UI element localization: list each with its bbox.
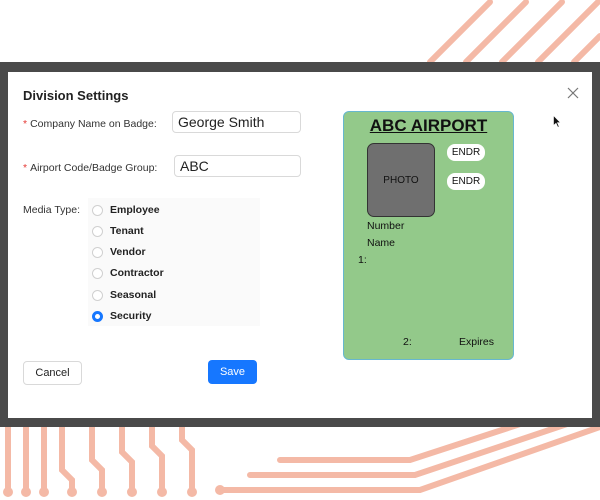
- endorsement-badge-2: ENDR: [447, 173, 485, 190]
- badge-number-label: Number: [367, 220, 405, 232]
- radio-contractor[interactable]: Contractor: [92, 265, 164, 281]
- radio-checked-icon: [92, 310, 103, 322]
- company-name-input[interactable]: [172, 111, 301, 133]
- radio-label: Seasonal: [110, 289, 157, 301]
- media-type-label: Media Type:: [23, 204, 81, 216]
- badge-title: ABC AIRPORT: [369, 116, 488, 135]
- badge-preview: ABC AIRPORT PHOTO ENDR ENDR Number Name …: [343, 111, 514, 360]
- badge-name-label: Name: [367, 237, 396, 249]
- save-button[interactable]: Save: [208, 360, 257, 384]
- photo-label: PHOTO: [383, 174, 419, 186]
- mouse-cursor-icon: [553, 115, 561, 128]
- badge-expires-label: Expires: [459, 336, 495, 348]
- required-mark: *: [23, 118, 28, 130]
- division-settings-dialog: Division Settings * Company Name on Badge…: [8, 72, 592, 418]
- radio-circle-icon: [92, 225, 103, 237]
- radio-label: Tenant: [110, 225, 144, 237]
- photo-placeholder: PHOTO: [367, 143, 435, 217]
- badge-line-1-label: 1:: [358, 254, 367, 266]
- radio-label: Vendor: [110, 246, 146, 258]
- required-mark: *: [23, 162, 28, 174]
- radio-circle-icon: [92, 267, 103, 279]
- cancel-button[interactable]: Cancel: [23, 361, 82, 385]
- company-name-label-text: Company Name on Badge:: [30, 118, 157, 130]
- radio-label: Security: [110, 310, 152, 322]
- company-name-label: * Company Name on Badge:: [23, 118, 157, 130]
- airport-code-input[interactable]: [174, 155, 301, 177]
- airport-code-label: * Airport Code/Badge Group:: [23, 162, 157, 174]
- radio-seasonal[interactable]: Seasonal: [92, 287, 156, 303]
- radio-circle-icon: [92, 289, 103, 301]
- airport-code-label-text: Airport Code/Badge Group:: [30, 162, 158, 174]
- close-icon[interactable]: [565, 85, 581, 101]
- radio-label: Employee: [110, 204, 160, 216]
- radio-label: Contractor: [110, 267, 164, 279]
- radio-security[interactable]: Security: [92, 308, 151, 324]
- radio-employee[interactable]: Employee: [92, 202, 160, 218]
- badge-line-2-label: 2:: [403, 336, 412, 348]
- radio-tenant[interactable]: Tenant: [92, 223, 144, 239]
- media-type-radio-group: Employee Tenant Vendor Contractor Season…: [88, 198, 260, 326]
- dialog-title: Division Settings: [23, 88, 129, 103]
- radio-vendor[interactable]: Vendor: [92, 244, 146, 260]
- radio-circle-icon: [92, 204, 103, 216]
- endorsement-badge-1: ENDR: [447, 144, 485, 161]
- radio-circle-icon: [92, 246, 103, 258]
